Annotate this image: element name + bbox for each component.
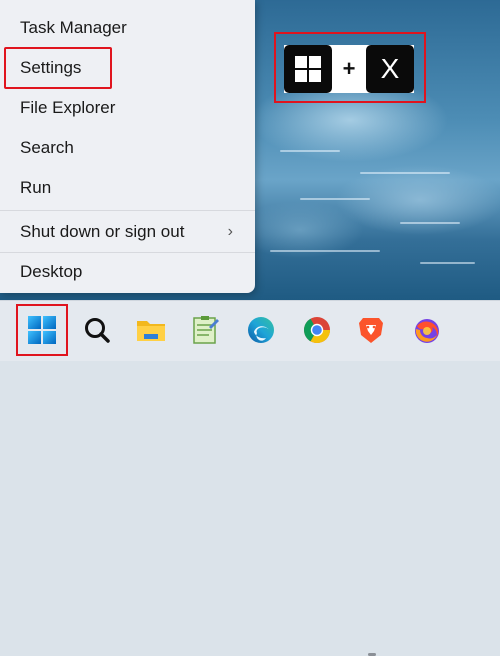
windows-key [284,45,332,93]
folder-icon [137,321,165,341]
menu-item-file-explorer[interactable]: File Explorer [0,88,255,128]
windows-logo-icon [295,56,321,82]
menu-item-label: Task Manager [20,18,127,37]
firefox-button[interactable] [410,313,444,347]
edge-button[interactable] [244,313,278,347]
search-icon [85,318,110,343]
search-button[interactable] [80,313,114,347]
menu-item-label: Search [20,138,74,157]
chrome-button[interactable] [300,313,334,347]
menu-item-task-manager[interactable]: Task Manager [0,8,255,48]
menu-item-label: Run [20,178,52,197]
menu-item-desktop[interactable]: Desktop [0,252,255,292]
brave-icon [359,318,383,343]
x-key-label: X [380,53,400,84]
chrome-icon [303,317,331,344]
notepad-button[interactable] [188,313,222,347]
chevron-right-icon: › [227,223,233,240]
notepad-icon [193,316,219,344]
taskbar [0,300,500,656]
menu-item-label: Desktop [20,262,83,281]
menu-divider [0,210,255,211]
menu-item-search[interactable]: Search [0,128,255,168]
keyboard-shortcut-callout: + X [284,45,414,93]
edge-icon [248,317,274,343]
firefox-icon [415,319,439,343]
menu-item-run[interactable]: Run [0,168,255,208]
menu-item-label: File Explorer [20,98,116,117]
menu-item-shut-down[interactable]: Shut down or sign out › [0,212,255,252]
x-key: X [365,45,414,93]
menu-item-label: Shut down or sign out [20,222,185,241]
settings-highlight-box [4,47,112,89]
plus-sign: + [342,56,356,81]
brave-button[interactable] [354,313,388,347]
start-button-highlight-box [16,304,68,356]
file-explorer-button[interactable] [134,313,168,347]
power-user-menu: Task Manager Settings File Explorer Sear… [0,0,255,293]
